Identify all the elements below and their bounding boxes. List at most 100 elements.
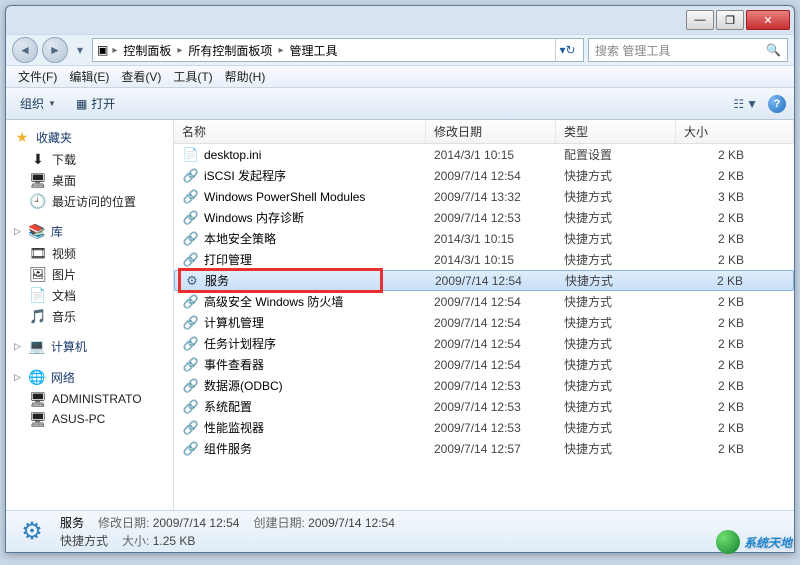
search-input[interactable]: 搜索 管理工具 🔍 bbox=[588, 38, 788, 62]
address-bar: ◄ ► ▾ ▣ ▸ 控制面板 ▸ 所有控制面板项 ▸ 管理工具 ▾ ↻ 搜索 管… bbox=[6, 34, 794, 66]
view-mode-button[interactable]: ☷ ▼ bbox=[733, 97, 758, 111]
breadcrumb[interactable]: 控制面板 bbox=[121, 42, 173, 59]
watermark: 系统天地 bbox=[716, 530, 792, 554]
file-name: 打印管理 bbox=[204, 251, 434, 268]
column-size[interactable]: 大小 bbox=[676, 120, 794, 143]
menu-bar: 文件(F) 编辑(E) 查看(V) 工具(T) 帮助(H) bbox=[6, 66, 794, 88]
collapse-icon: ▷ bbox=[14, 372, 21, 383]
refresh-button[interactable]: ▾ ↻ bbox=[555, 39, 579, 61]
file-size: 2 KB bbox=[684, 400, 794, 414]
network-icon: 🌐 bbox=[29, 370, 45, 386]
file-type: 快捷方式 bbox=[564, 377, 684, 394]
menu-tools[interactable]: 工具(T) bbox=[167, 68, 218, 85]
file-row[interactable]: 🔗打印管理2014/3/1 10:15快捷方式2 KB bbox=[174, 249, 794, 270]
file-type: 快捷方式 bbox=[564, 419, 684, 436]
file-icon: 🔗 bbox=[182, 231, 200, 247]
file-row[interactable]: 🔗高级安全 Windows 防火墙2009/7/14 12:54快捷方式2 KB bbox=[174, 291, 794, 312]
breadcrumb-box[interactable]: ▣ ▸ 控制面板 ▸ 所有控制面板项 ▸ 管理工具 ▾ ↻ bbox=[92, 38, 584, 62]
close-button[interactable]: ✕ bbox=[746, 10, 790, 30]
file-row[interactable]: ⚙服务2009/7/14 12:54快捷方式2 KB bbox=[174, 270, 794, 291]
sidebar-item-pictures[interactable]: 🖼图片 bbox=[6, 264, 173, 285]
minimize-button[interactable]: — bbox=[686, 10, 714, 30]
file-row[interactable]: 🔗计算机管理2009/7/14 12:54快捷方式2 KB bbox=[174, 312, 794, 333]
file-list-pane: 名称 修改日期 类型 大小 📄desktop.ini2014/3/1 10:15… bbox=[174, 120, 794, 510]
file-row[interactable]: 📄desktop.ini2014/3/1 10:15配置设置2 KB bbox=[174, 144, 794, 165]
file-name: 组件服务 bbox=[204, 440, 434, 457]
file-date: 2014/3/1 10:15 bbox=[434, 253, 564, 267]
menu-help[interactable]: 帮助(H) bbox=[219, 68, 272, 85]
file-icon: 🔗 bbox=[182, 441, 200, 457]
file-icon: 📄 bbox=[182, 147, 200, 163]
video-icon: 🎞 bbox=[30, 246, 46, 262]
file-type: 快捷方式 bbox=[564, 293, 684, 310]
file-type: 配置设置 bbox=[564, 146, 684, 163]
file-row[interactable]: 🔗组件服务2009/7/14 12:57快捷方式2 KB bbox=[174, 438, 794, 459]
file-date: 2014/3/1 10:15 bbox=[434, 148, 564, 162]
file-date: 2009/7/14 12:54 bbox=[434, 295, 564, 309]
back-button[interactable]: ◄ bbox=[12, 37, 38, 63]
file-type: 快捷方式 bbox=[564, 188, 684, 205]
download-icon: ⬇ bbox=[30, 152, 46, 168]
menu-edit[interactable]: 编辑(E) bbox=[63, 68, 115, 85]
help-button[interactable]: ? bbox=[768, 95, 786, 113]
file-date: 2009/7/14 12:57 bbox=[434, 442, 564, 456]
toolbar: 组织▼ ▦ 打开 ☷ ▼ ? bbox=[6, 88, 794, 120]
chevron-right-icon: ▸ bbox=[177, 45, 182, 56]
file-row[interactable]: 🔗任务计划程序2009/7/14 12:54快捷方式2 KB bbox=[174, 333, 794, 354]
open-button[interactable]: ▦ 打开 bbox=[70, 93, 121, 114]
maximize-button[interactable]: ❐ bbox=[716, 10, 744, 30]
menu-file[interactable]: 文件(F) bbox=[12, 68, 63, 85]
breadcrumb[interactable]: 管理工具 bbox=[287, 42, 339, 59]
file-row[interactable]: 🔗Windows 内存诊断2009/7/14 12:53快捷方式2 KB bbox=[174, 207, 794, 228]
sidebar-favorites[interactable]: ★收藏夹 bbox=[6, 126, 173, 149]
column-headers: 名称 修改日期 类型 大小 bbox=[174, 120, 794, 144]
sidebar-item-network-pc[interactable]: 🖥ASUS-PC bbox=[6, 409, 173, 429]
file-type: 快捷方式 bbox=[564, 440, 684, 457]
forward-button[interactable]: ► bbox=[42, 37, 68, 63]
file-icon: 🔗 bbox=[182, 399, 200, 415]
sidebar-item-network-pc[interactable]: 🖥ADMINISTRATO bbox=[6, 389, 173, 409]
sidebar-item-documents[interactable]: 📄文档 bbox=[6, 285, 173, 306]
sidebar-item-music[interactable]: 🎵音乐 bbox=[6, 306, 173, 327]
file-row[interactable]: 🔗数据源(ODBC)2009/7/14 12:53快捷方式2 KB bbox=[174, 375, 794, 396]
file-type: 快捷方式 bbox=[564, 251, 684, 268]
file-name: iSCSI 发起程序 bbox=[204, 167, 434, 184]
file-name: 事件查看器 bbox=[204, 356, 434, 373]
file-row[interactable]: 🔗事件查看器2009/7/14 12:54快捷方式2 KB bbox=[174, 354, 794, 375]
file-date: 2009/7/14 12:54 bbox=[434, 316, 564, 330]
file-row[interactable]: 🔗系统配置2009/7/14 12:53快捷方式2 KB bbox=[174, 396, 794, 417]
file-name: 服务 bbox=[205, 272, 435, 289]
file-size: 2 KB bbox=[684, 379, 794, 393]
file-icon: 🔗 bbox=[182, 420, 200, 436]
column-date[interactable]: 修改日期 bbox=[426, 120, 556, 143]
sidebar-network[interactable]: ▷🌐网络 bbox=[6, 366, 173, 389]
file-type: 快捷方式 bbox=[564, 335, 684, 352]
file-row[interactable]: 🔗性能监视器2009/7/14 12:53快捷方式2 KB bbox=[174, 417, 794, 438]
file-row[interactable]: 🔗本地安全策略2014/3/1 10:15快捷方式2 KB bbox=[174, 228, 794, 249]
file-row[interactable]: 🔗Windows PowerShell Modules2009/7/14 13:… bbox=[174, 186, 794, 207]
navigation-pane: ★收藏夹 ⬇下载 🖥桌面 🕘最近访问的位置 ▷📚库 🎞视频 🖼图片 📄文档 🎵音… bbox=[6, 120, 174, 510]
sidebar-item-downloads[interactable]: ⬇下载 bbox=[6, 149, 173, 170]
library-icon: 📚 bbox=[29, 224, 45, 240]
gear-icon: ⚙ bbox=[16, 516, 48, 548]
sidebar-item-recent[interactable]: 🕘最近访问的位置 bbox=[6, 191, 173, 212]
file-list[interactable]: 📄desktop.ini2014/3/1 10:15配置设置2 KB🔗iSCSI… bbox=[174, 144, 794, 510]
file-row[interactable]: 🔗iSCSI 发起程序2009/7/14 12:54快捷方式2 KB bbox=[174, 165, 794, 186]
sidebar-item-desktop[interactable]: 🖥桌面 bbox=[6, 170, 173, 191]
menu-view[interactable]: 查看(V) bbox=[115, 68, 167, 85]
file-size: 2 KB bbox=[684, 295, 794, 309]
status-type: 快捷方式 bbox=[60, 532, 108, 549]
breadcrumb[interactable]: 所有控制面板项 bbox=[186, 42, 274, 59]
history-dropdown[interactable]: ▾ bbox=[72, 40, 88, 60]
sidebar-libraries[interactable]: ▷📚库 bbox=[6, 220, 173, 243]
file-date: 2009/7/14 12:54 bbox=[434, 169, 564, 183]
column-name[interactable]: 名称 bbox=[174, 120, 426, 143]
pc-icon: 🖥 bbox=[30, 411, 46, 427]
file-size: 2 KB bbox=[685, 274, 793, 288]
sidebar-item-videos[interactable]: 🎞视频 bbox=[6, 243, 173, 264]
titlebar: — ❐ ✕ bbox=[6, 6, 794, 34]
column-type[interactable]: 类型 bbox=[556, 120, 676, 143]
organize-button[interactable]: 组织▼ bbox=[14, 93, 62, 114]
sidebar-computer[interactable]: ▷💻计算机 bbox=[6, 335, 173, 358]
status-filename: 服务 bbox=[60, 514, 84, 531]
